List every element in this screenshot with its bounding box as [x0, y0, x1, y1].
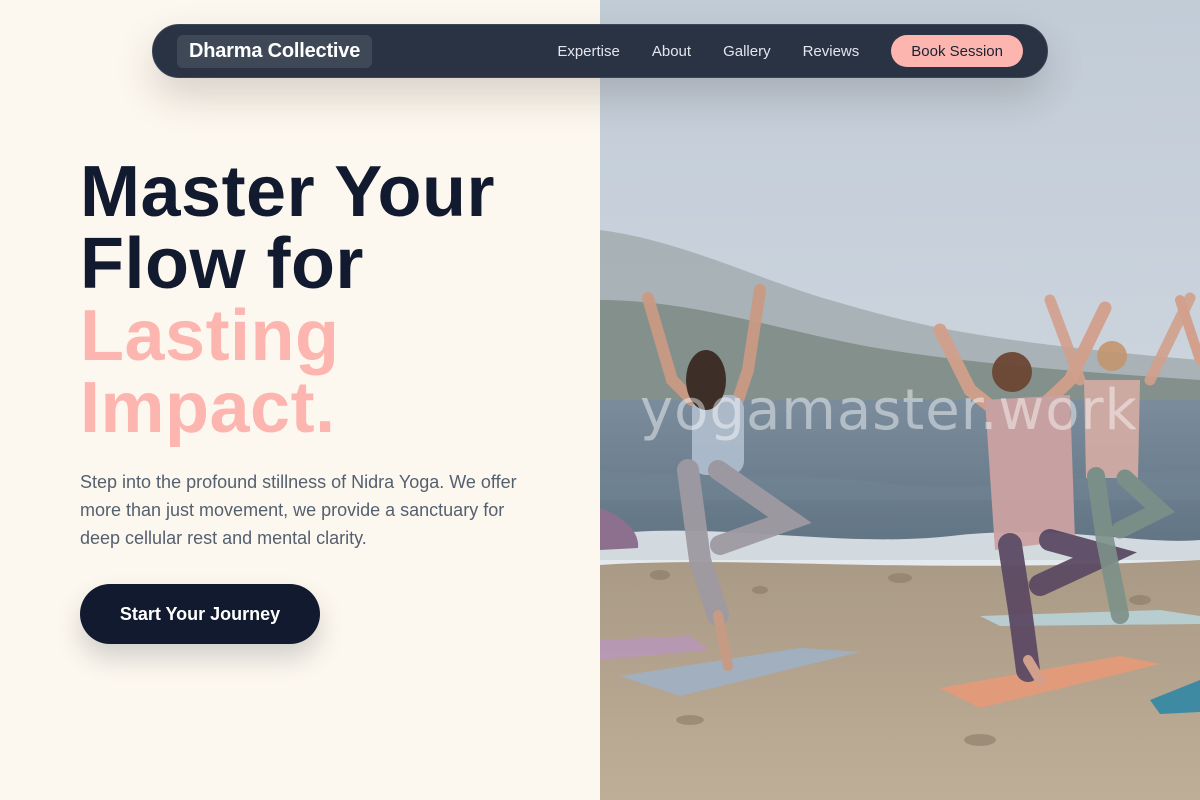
nav-link-reviews[interactable]: Reviews	[803, 43, 860, 60]
headline-line: Master Your	[80, 152, 495, 232]
nav-link-about[interactable]: About	[652, 43, 691, 60]
headline-line: Flow for	[80, 224, 364, 304]
nav-link-expertise[interactable]: Expertise	[557, 43, 620, 60]
watermark-text: yogamaster.work	[640, 378, 1138, 443]
headline-accent-line: Lasting	[80, 296, 340, 376]
hero-headline: Master Your Flow for Lasting Impact.	[80, 156, 580, 444]
nav-links: Expertise About Gallery Reviews Book Ses…	[557, 35, 1023, 67]
hero-subtext: Step into the profound stillness of Nidr…	[80, 472, 517, 548]
headline-accent-line: Impact.	[80, 368, 336, 448]
nav-link-gallery[interactable]: Gallery	[723, 43, 771, 60]
start-journey-button[interactable]: Start Your Journey	[80, 584, 320, 644]
book-session-button[interactable]: Book Session	[891, 35, 1023, 67]
brand-logo[interactable]: Dharma Collective	[177, 34, 373, 68]
top-navbar: Dharma Collective Expertise About Galler…	[152, 24, 1048, 78]
